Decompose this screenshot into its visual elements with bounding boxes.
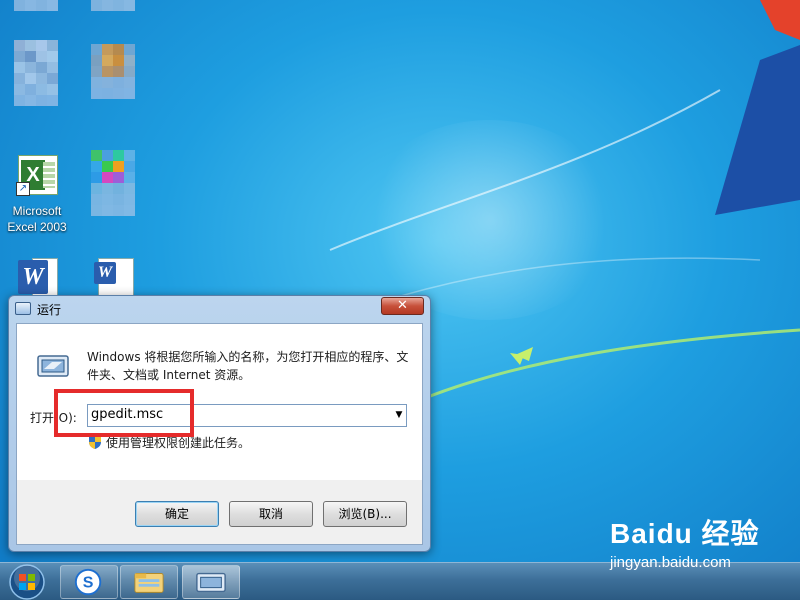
run-icon	[15, 302, 31, 315]
dialog-titlebar[interactable]: 运行 ✕	[9, 296, 430, 322]
word-icon[interactable]: W	[18, 258, 58, 298]
uac-shield-icon	[89, 435, 101, 449]
browse-button[interactable]: 浏览(B)...	[323, 501, 407, 527]
close-button[interactable]: ✕	[381, 297, 424, 315]
chevron-down-icon[interactable]: ▼	[392, 405, 406, 426]
taskbar-sogou[interactable]: S	[60, 565, 118, 599]
run-icon	[196, 572, 226, 593]
dialog-title: 运行	[37, 303, 62, 317]
excel-shortcut-label: Microsoft Excel 2003	[7, 204, 67, 234]
svg-text:S: S	[83, 575, 94, 592]
folder-icon	[134, 573, 164, 593]
blurred-icon[interactable]	[91, 0, 135, 11]
run-program-icon	[37, 355, 69, 377]
blurred-icon[interactable]	[91, 150, 135, 216]
cancel-button[interactable]: 取消	[229, 501, 313, 527]
blurred-icon[interactable]	[91, 44, 135, 99]
blurred-icon[interactable]	[14, 40, 58, 106]
dialog-description: Windows 将根据您所输入的名称，为您打开相应的程序、文件夹、文档或 Int…	[87, 350, 409, 382]
sogou-icon: S	[74, 568, 102, 596]
watermark-logo: Baidu 经验	[610, 518, 760, 549]
taskbar-run[interactable]	[182, 565, 240, 599]
word-document-icon[interactable]: W	[94, 258, 134, 298]
start-orb[interactable]	[2, 563, 52, 600]
baidu-watermark: Baidu 经验 jingyan.baidu.com	[610, 512, 800, 571]
taskbar-explorer[interactable]	[120, 565, 178, 599]
ok-button[interactable]: 确定	[135, 501, 219, 527]
highlight-box	[54, 389, 194, 437]
watermark-url: jingyan.baidu.com	[610, 554, 731, 571]
blurred-icon[interactable]	[14, 0, 58, 11]
shortcut-arrow-icon: ↗	[16, 182, 30, 196]
